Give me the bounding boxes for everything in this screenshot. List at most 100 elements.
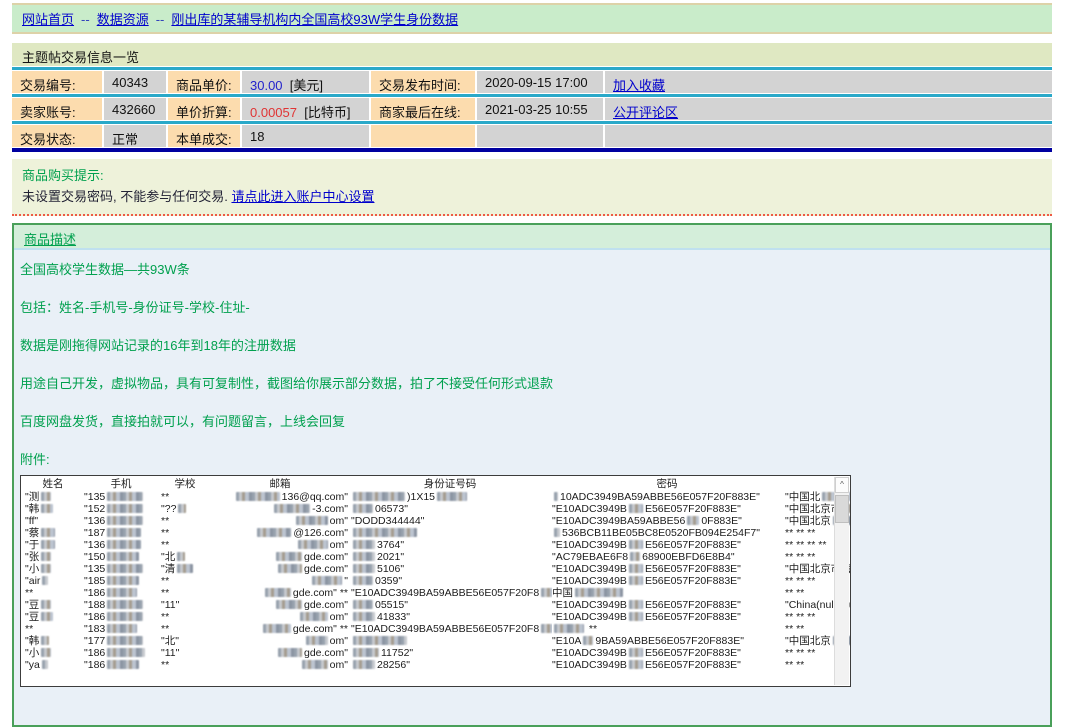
sheet-cell: 536BCB11BE05BC8E0520FB094E254F7"	[552, 527, 785, 539]
redacted-blur	[312, 576, 342, 585]
redacted-blur	[306, 636, 328, 645]
redacted-blur	[177, 552, 185, 561]
sheet-content: 姓名手机学校邮箱身份证号码密码住址 "测"135**136@qq.com")1X…	[25, 478, 851, 671]
deals-count-value: 18	[242, 125, 369, 147]
redacted-blur	[353, 600, 373, 609]
table-row: 交易状态: 正常 本单成交: 18	[12, 125, 1052, 147]
redacted-blur	[300, 612, 328, 621]
breadcrumb: 网站首页--数据资源--刚出库的某辅导机构内全国高校93W学生身份数据	[12, 3, 1052, 34]
tips-warning-text: 未设置交易密码, 不能参与任何交易.	[22, 189, 231, 204]
redacted-blur	[107, 612, 143, 621]
redacted-blur	[107, 564, 143, 573]
description-paragraph: 百度网盘发货，直接拍就可以，有问题留言，上线会回复	[20, 412, 1042, 431]
sheet-cell: 2021"	[351, 551, 552, 563]
redacted-blur	[276, 552, 302, 561]
redacted-blur	[107, 576, 139, 585]
sheet-row: "小"135"清gde.com"5106""E10ADC3949BE56E057…	[25, 563, 851, 575]
scroll-up-button[interactable]: ^	[835, 477, 849, 493]
description-paragraph: 用途自己开发，虚拟物品，具有可复制性，截图给你展示部分数据，拍了不接受任何形式退…	[20, 374, 1042, 393]
sheet-cell: "air	[25, 575, 84, 587]
redacted-blur	[629, 612, 643, 621]
deals-count-label: 本单成交:	[168, 125, 240, 147]
sheet-cell: "AC79EBAE6F868900EBFD6E8B4"	[552, 551, 785, 563]
sheet-row: "豆"186**om"41833""E10ADC3949BE56E057F20F…	[25, 611, 851, 623]
btc-price-label: 单价折算:	[168, 98, 240, 120]
sheet-cell: "于	[25, 539, 84, 551]
breadcrumb-link[interactable]: 网站首页	[22, 12, 74, 27]
sheet-row: "air"185**"0359""E10ADC3949BE56E057F20F8…	[25, 575, 851, 587]
last-online-value: 2021-03-25 10:55	[477, 98, 603, 120]
sheet-cell: 06573"	[351, 503, 552, 515]
sheet-cell: "韩	[25, 635, 84, 647]
redacted-blur	[353, 492, 405, 501]
sheet-row: "韩"177"北"om""E10A9BA59ABBE56E057F20F883E…	[25, 635, 851, 647]
breadcrumb-link[interactable]: 刚出库的某辅导机构内全国高校93W学生身份数据	[171, 12, 458, 27]
redacted-blur	[629, 600, 643, 609]
sheet-cell: 136@qq.com"	[212, 491, 351, 503]
scrollbar[interactable]: ^	[834, 477, 849, 685]
sheet-row: "于"136**om"3764""E10ADC3949BE56E057F20F8…	[25, 539, 851, 551]
redacted-blur	[107, 588, 137, 597]
sheet-cell: "135	[84, 491, 161, 503]
sheet-body: "测"135**136@qq.com")1X1510ADC3949BA59ABB…	[25, 491, 851, 671]
divider	[12, 94, 1052, 97]
breadcrumb-link[interactable]: 数据资源	[97, 12, 149, 27]
sheet-cell: gde.com"	[212, 599, 351, 611]
panel-title: 主题帖交易信息一览	[12, 43, 1052, 66]
sheet-row: "蔡"187**@126.com"536BCB11BE05BC8E0520FB0…	[25, 527, 851, 539]
redacted-blur	[353, 612, 375, 621]
sheet-cell: "蔡	[25, 527, 84, 539]
redacted-blur	[575, 588, 623, 597]
sheet-cell: "E10ADC3949BE56E057F20F883E"	[552, 611, 785, 623]
redacted-blur	[107, 636, 143, 645]
sheet-cell: 28256"	[351, 659, 552, 671]
sheet-cell: 中国	[552, 587, 785, 599]
redacted-blur	[42, 576, 48, 585]
sheet-cell: "??	[161, 503, 212, 515]
public-comments-link[interactable]: 公开评论区	[613, 105, 678, 120]
redacted-blur	[41, 612, 53, 621]
sheet-cell: "11"	[161, 599, 212, 611]
purchase-tips: 商品购买提示: 未设置交易密码, 不能参与任何交易. 请点此进入账户中心设置	[12, 159, 1052, 216]
redacted-blur	[296, 516, 328, 525]
sheet-cell: 11752"	[351, 647, 552, 659]
redacted-blur	[41, 504, 53, 513]
redacted-blur	[177, 564, 193, 573]
redacted-blur	[42, 660, 48, 669]
sheet-cell: "E10A9BA59ABBE56E057F20F883E"	[552, 635, 785, 647]
description-paragraphs: 全国高校学生数据—共93W条包括：姓名-手机号-身份证号-学校-住址-数据是刚拖…	[20, 260, 1042, 469]
sheet-cell: "DODD344444"	[351, 515, 552, 527]
redacted-blur	[353, 540, 375, 549]
sheet-row: "张"150"北gde.com"2021""AC79EBAE6F868900EB…	[25, 551, 851, 563]
account-settings-link[interactable]: 请点此进入账户中心设置	[231, 189, 374, 204]
page: 网站首页--数据资源--刚出库的某辅导机构内全国高校93W学生身份数据 主题帖交…	[12, 3, 1052, 727]
sheet-row: "豆"188"11"gde.com"05515""E10ADC3949BE56E…	[25, 599, 851, 611]
redacted-blur	[353, 528, 417, 537]
description-paragraph: 附件:	[20, 450, 1042, 469]
sheet-cell: "ya	[25, 659, 84, 671]
seller-account-value: 432660	[104, 98, 166, 120]
sheet-cell: **	[25, 623, 84, 635]
unit-price-label: 商品单价:	[168, 71, 240, 93]
price-btc: 0.00057	[250, 105, 297, 120]
purchase-tips-title: 商品购买提示:	[22, 165, 1042, 186]
sheet-cell: gde.com"	[212, 647, 351, 659]
redacted-blur	[278, 564, 302, 573]
sheet-cell: **	[161, 575, 212, 587]
redacted-blur	[107, 648, 145, 657]
sheet-cell: "北	[161, 551, 212, 563]
breadcrumb-separator: --	[81, 12, 90, 27]
divider	[12, 121, 1052, 124]
redacted-blur	[107, 600, 143, 609]
redacted-blur	[298, 540, 328, 549]
product-description-panel: 商品描述 全国高校学生数据—共93W条包括：姓名-手机号-身份证号-学校-住址-…	[12, 223, 1052, 727]
scrollbar-thumb[interactable]	[835, 495, 849, 523]
add-favorite-link[interactable]: 加入收藏	[613, 78, 665, 93]
redacted-blur	[41, 540, 55, 549]
unit-price-value: 30.00 [美元]	[242, 71, 369, 93]
sheet-cell: gde.com" **	[212, 623, 351, 635]
redacted-blur	[178, 504, 186, 513]
sheet-row: "ya"186**om"28256""E10ADC3949BE56E057F20…	[25, 659, 851, 671]
last-online-label: 商家最后在线:	[371, 98, 475, 120]
redacted-blur	[107, 528, 141, 537]
